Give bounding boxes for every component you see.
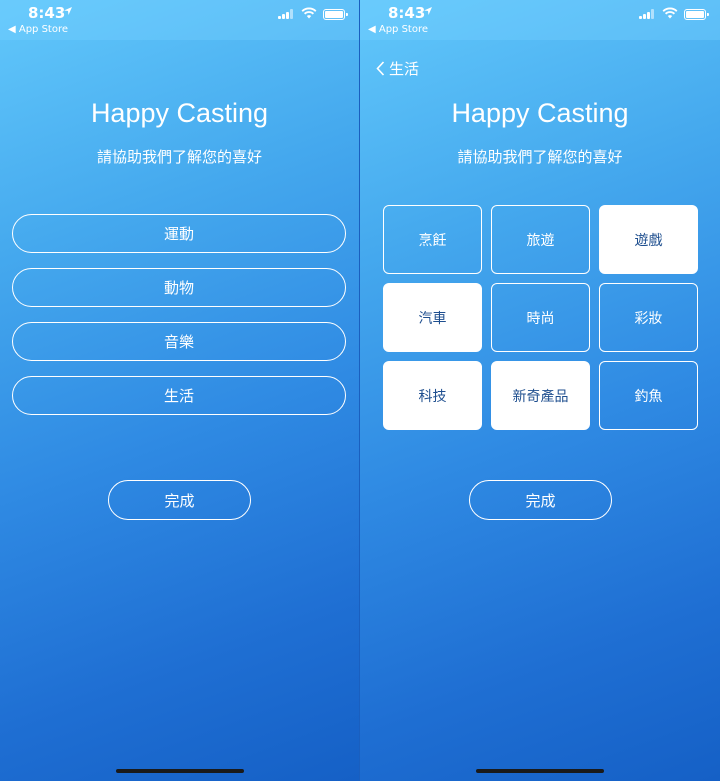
tile-games[interactable]: 遊戲 — [599, 205, 698, 274]
tile-novelty-products[interactable]: 新奇產品 — [491, 361, 590, 430]
status-time: 8:43 — [28, 4, 66, 22]
location-arrow-icon — [424, 7, 432, 15]
subtitle: 請協助我們了解您的喜好 — [457, 148, 623, 166]
app-title: Happy Casting — [451, 98, 629, 128]
wifi-icon — [301, 7, 317, 19]
back-to-app-store-link[interactable]: ◀ App Store — [8, 24, 68, 35]
app-title: Happy Casting — [90, 98, 269, 128]
tile-makeup[interactable]: 彩妝 — [599, 283, 698, 352]
tile-cooking[interactable]: 烹飪 — [383, 205, 482, 274]
done-button[interactable]: 完成 — [108, 480, 251, 520]
category-button-lifestyle[interactable]: 生活 — [12, 376, 346, 415]
location-arrow-icon — [64, 7, 72, 15]
done-button[interactable]: 完成 — [469, 480, 612, 520]
battery-icon — [323, 9, 348, 20]
status-bar: 8:43 ◀ App Store — [360, 0, 720, 40]
status-bar: 8:43 ◀ App Store — [0, 0, 359, 40]
wifi-icon — [662, 7, 678, 19]
back-button[interactable]: 生活 — [376, 58, 419, 79]
tile-travel[interactable]: 旅遊 — [491, 205, 590, 274]
category-button-sports[interactable]: 運動 — [12, 214, 346, 253]
home-indicator[interactable] — [476, 769, 604, 773]
subcategory-screen: 8:43 ◀ App Store 生活 Happy Casting 請協助我們了… — [360, 0, 720, 781]
category-screen: 8:43 ◀ App Store Happy Casting 請協助我們了解您的… — [0, 0, 359, 781]
back-to-app-store-link[interactable]: ◀ App Store — [368, 24, 428, 35]
tile-fishing[interactable]: 釣魚 — [599, 361, 698, 430]
category-button-music[interactable]: 音樂 — [12, 322, 346, 361]
chevron-left-icon — [376, 61, 385, 76]
tile-tech[interactable]: 科技 — [383, 361, 482, 430]
cellular-signal-icon — [278, 9, 293, 19]
status-time: 8:43 — [388, 4, 426, 22]
category-button-animals[interactable]: 動物 — [12, 268, 346, 307]
tile-fashion[interactable]: 時尚 — [491, 283, 590, 352]
cellular-signal-icon — [639, 9, 654, 19]
subtitle: 請協助我們了解您的喜好 — [96, 148, 262, 166]
subcategory-grid: 烹飪 旅遊 遊戲 汽車 時尚 彩妝 科技 新奇產品 釣魚 — [383, 205, 698, 430]
battery-icon — [684, 9, 709, 20]
back-button-label: 生活 — [389, 60, 420, 78]
tile-cars[interactable]: 汽車 — [383, 283, 482, 352]
home-indicator[interactable] — [116, 769, 244, 773]
